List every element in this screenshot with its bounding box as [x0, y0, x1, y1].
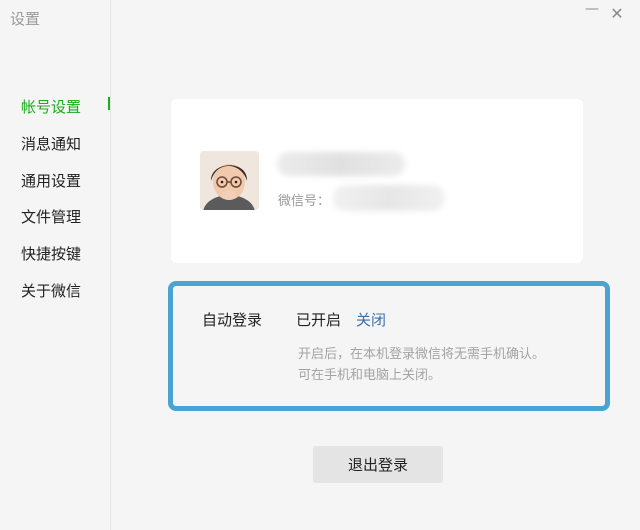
logout-button[interactable]: 退出登录	[313, 446, 443, 483]
sidebar-item-about-wechat[interactable]: 关于微信	[21, 280, 81, 301]
auto-login-section: 自动登录 已开启 关闭 开启后，在本机登录微信将无需手机确认。 可在手机和电脑上…	[168, 281, 610, 411]
wechat-id-blurred	[333, 185, 445, 211]
sidebar-item-shortcut-keys[interactable]: 快捷按键	[21, 243, 81, 264]
minimize-button[interactable]: —	[583, 0, 601, 18]
auto-login-label: 自动登录	[202, 311, 263, 329]
auto-login-status: 已开启	[296, 311, 342, 329]
avatar[interactable]	[200, 151, 259, 210]
auto-login-description-line2: 可在手机和电脑上关闭。	[298, 368, 442, 383]
auto-login-close-link[interactable]: 关闭	[356, 309, 386, 330]
nickname-blurred	[277, 152, 405, 176]
profile-card: 微信号：	[171, 99, 583, 263]
wechat-id-label: 微信号：	[278, 194, 331, 209]
active-indicator	[108, 97, 110, 110]
sidebar-item-message-notifications[interactable]: 消息通知	[21, 133, 81, 154]
auto-login-description-line1: 开启后，在本机登录微信将无需手机确认。	[298, 347, 546, 362]
sidebar-item-file-management[interactable]: 文件管理	[21, 206, 81, 227]
settings-sidebar: 帐号设置 消息通知 通用设置 文件管理 快捷按键 关于微信	[0, 0, 111, 530]
sidebar-item-account-settings[interactable]: 帐号设置	[21, 96, 81, 117]
sidebar-item-general-settings[interactable]: 通用设置	[21, 170, 81, 191]
user-avatar-photo-icon	[200, 151, 259, 210]
close-button[interactable]: ✕	[608, 5, 626, 23]
